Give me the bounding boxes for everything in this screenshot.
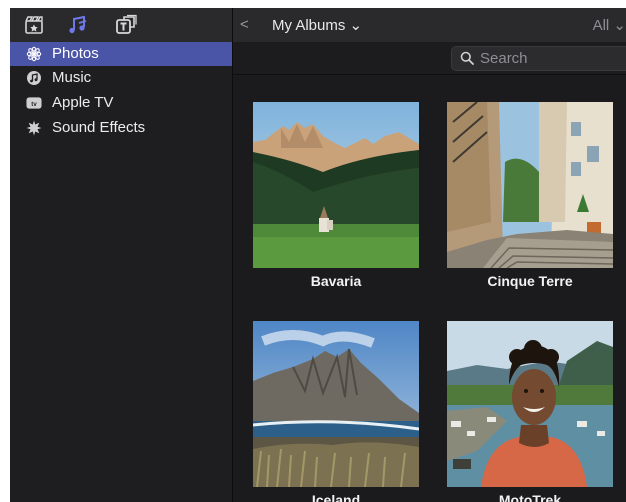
sidebar-item-label: Sound Effects	[52, 119, 146, 136]
photos-flower-icon	[26, 46, 42, 62]
sidebar-item-music[interactable]: Music	[10, 66, 232, 90]
media-clapper-icon[interactable]	[22, 13, 46, 37]
sidebar-item-label: Photos	[52, 45, 99, 62]
titles-icon[interactable]	[114, 13, 138, 37]
music-notes-icon[interactable]	[66, 13, 90, 37]
search-bar-row	[233, 42, 626, 75]
filter-all-selector[interactable]: All ⌄	[593, 16, 626, 34]
album-name: Cinque Terre	[487, 273, 573, 289]
app-window: < My Albums ⌄ All ⌄ Photos Music tv Appl…	[10, 8, 626, 502]
back-button[interactable]: <	[240, 16, 249, 33]
search-input[interactable]	[480, 49, 620, 67]
music-icon	[26, 70, 42, 86]
album-thumbnail[interactable]	[253, 321, 419, 487]
sound-effects-icon	[26, 120, 42, 136]
toolbar: < My Albums ⌄ All ⌄	[10, 8, 626, 42]
album-name: MotoTrek	[498, 492, 562, 502]
sidebar-item-sound-effects[interactable]: Sound Effects	[10, 116, 232, 140]
sidebar-item-photos[interactable]: Photos	[10, 42, 232, 66]
album-name: Bavaria	[310, 273, 362, 289]
apple-tv-icon: tv	[26, 95, 42, 111]
sidebar-item-apple-tv[interactable]: tv Apple TV	[10, 91, 232, 115]
album-thumbnail[interactable]	[253, 102, 419, 268]
album-thumbnail[interactable]	[447, 102, 613, 268]
svg-text:tv: tv	[31, 101, 37, 108]
search-field[interactable]	[451, 46, 626, 71]
sidebar-item-label: Apple TV	[52, 94, 114, 111]
album-selector[interactable]: My Albums ⌄	[272, 16, 362, 34]
album-thumbnail[interactable]	[447, 321, 613, 487]
sidebar: Photos Music tv Apple TV Sound Effects	[10, 42, 232, 502]
album-name: Iceland	[311, 492, 361, 502]
album-grid: Bavaria Cinque Terre Iceland MotoTrek	[233, 75, 626, 502]
sidebar-item-label: Music	[52, 69, 92, 86]
search-icon	[460, 51, 474, 70]
